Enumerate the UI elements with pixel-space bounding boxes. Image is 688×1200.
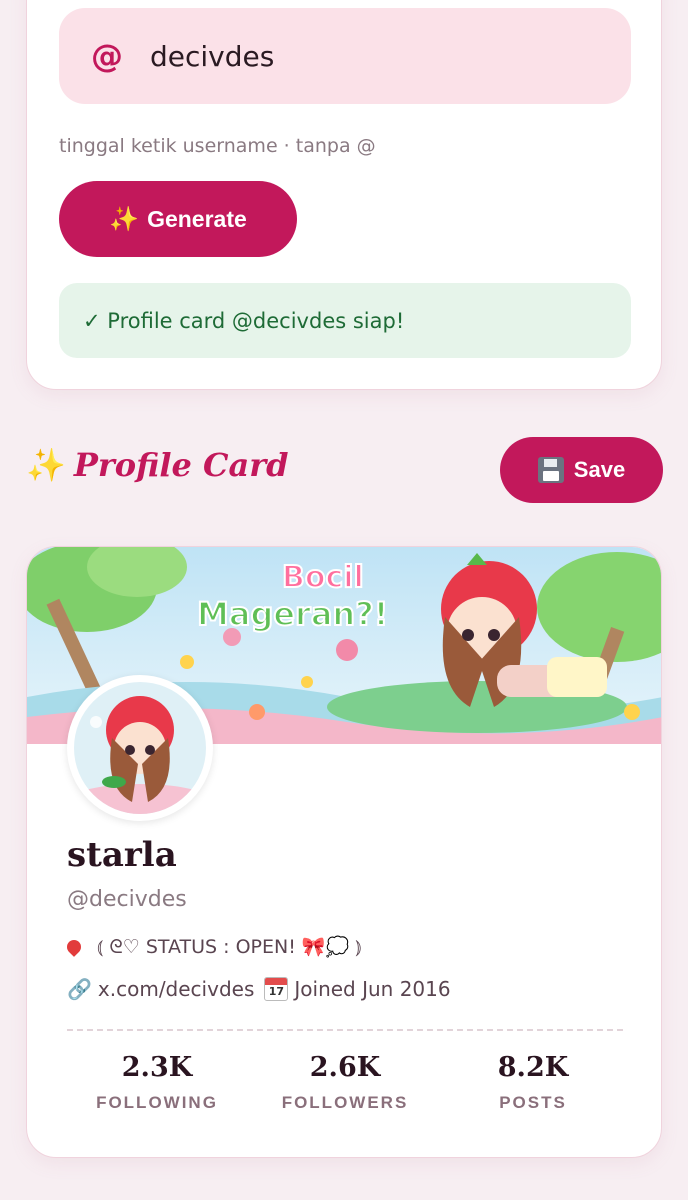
success-message: ✓ Profile card @decivdes siap! [59,283,631,358]
stat-following: 2.3K FOLLOWING [67,1052,247,1122]
profile-bio-text: ⦅ ᘓ♡ STATUS : OPEN! 🎀💭 ⦆ [97,936,362,958]
save-button[interactable]: Save [500,437,663,503]
avatar-image [74,682,206,814]
profile-bio: ⦅ ᘓ♡ STATUS : OPEN! 🎀💭 ⦆ [64,935,362,958]
profile-card: Bocil Mageran?! starla @decivdes ⦅ ᘓ♡ ST… [26,546,662,1158]
banner-title-line1: Bocil [282,560,364,595]
stat-value: 2.6K [309,1052,381,1083]
profile-joined: 17 Joined Jun 2016 [264,977,451,1001]
stat-posts: 8.2K POSTS [443,1052,623,1122]
stat-label: POSTS [499,1093,567,1112]
save-button-label: Save [573,457,626,482]
dashed-divider [67,1029,623,1031]
profile-stats: 2.3K FOLLOWING 2.6K FOLLOWERS 8.2K POSTS [67,1052,623,1122]
username-input-value[interactable]: decivdes [150,40,274,73]
section-header: ✨ Profile Card [26,446,288,484]
at-sign-icon: @ [91,37,123,75]
profile-display-name: starla [67,835,177,875]
stat-value: 8.2K [497,1052,569,1083]
username-form-card: @ decivdes tinggal ketik username · tanp… [26,0,662,390]
location-pin-icon [64,936,84,957]
profile-meta: 🔗 x.com/decivdes 17 Joined Jun 2016 [67,977,451,1001]
stat-followers: 2.6K FOLLOWERS [255,1052,435,1122]
username-input[interactable]: @ decivdes [59,8,631,104]
profile-link[interactable]: 🔗 x.com/decivdes [67,977,254,1001]
username-hint: tinggal ketik username · tanpa @ [59,135,376,157]
calendar-icon: 17 [264,977,289,1001]
sparkles-icon: ✨ [109,205,140,233]
avatar[interactable] [67,675,213,821]
link-icon: 🔗 [67,977,92,1001]
profile-joined-text: Joined Jun 2016 [294,977,451,1001]
profile-link-text[interactable]: x.com/decivdes [98,977,254,1001]
banner-title-line2: Mageran?! [197,595,388,633]
generate-button-label: Generate [147,205,247,232]
sparkles-icon: ✨ [26,446,66,484]
section-title: Profile Card [73,446,289,484]
stat-label: FOLLOWERS [281,1093,409,1112]
stat-label: FOLLOWING [96,1093,218,1112]
stat-value: 2.3K [121,1052,193,1083]
floppy-disk-icon [537,457,564,483]
generate-button[interactable]: ✨ Generate [59,181,297,257]
profile-handle: @decivdes [67,887,187,912]
